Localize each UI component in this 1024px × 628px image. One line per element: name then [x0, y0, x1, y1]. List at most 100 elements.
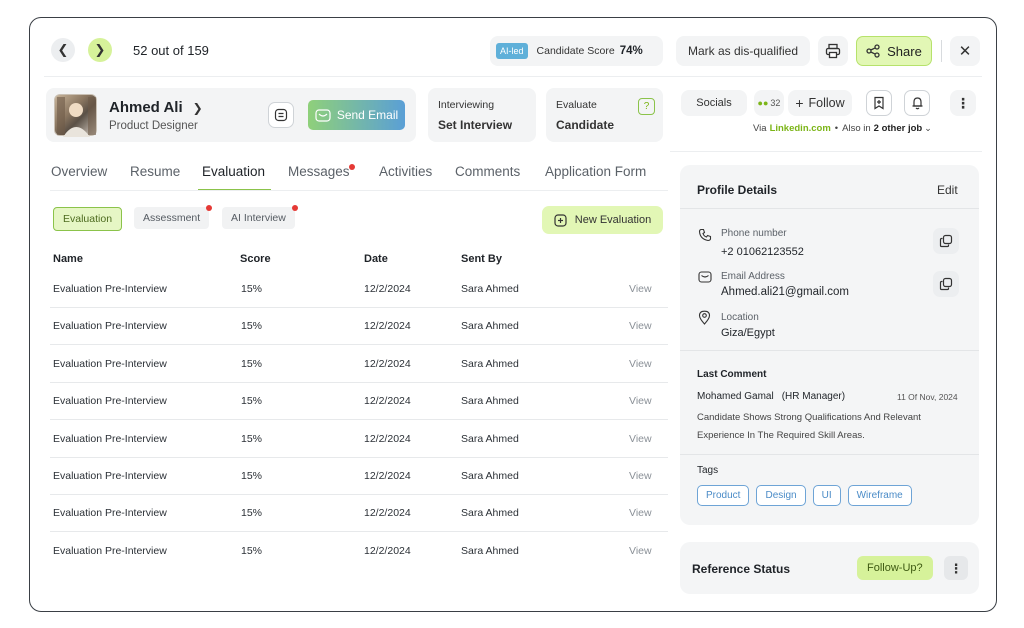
subtab-evaluation[interactable]: Evaluation: [53, 207, 123, 231]
tag-ui[interactable]: UI: [812, 485, 841, 506]
view-button[interactable]: View: [629, 433, 652, 445]
subtab-ai-interview[interactable]: AI Interview: [222, 207, 295, 229]
view-button[interactable]: View: [629, 283, 652, 295]
candidate-name-dropdown[interactable]: Ahmed Ali ❯: [109, 99, 203, 116]
column-header-date: Date: [364, 253, 388, 265]
candidate-role: Product Designer: [109, 120, 198, 132]
bookmark-button[interactable]: [866, 90, 892, 116]
location-pin-icon: [698, 310, 711, 325]
view-button[interactable]: View: [629, 320, 652, 332]
follow-button[interactable]: + Follow: [788, 90, 852, 116]
copy-email-button[interactable]: [933, 271, 959, 297]
view-button[interactable]: View: [629, 545, 652, 557]
row-score: 15%: [241, 470, 263, 482]
help-icon: ?: [638, 98, 655, 115]
table-row-divider: [50, 344, 668, 346]
view-button[interactable]: View: [629, 507, 652, 519]
tab-activities[interactable]: Activities: [379, 164, 432, 179]
copy-phone-button[interactable]: [933, 228, 959, 254]
dot-separator: •: [834, 123, 839, 134]
new-evaluation-button[interactable]: New Evaluation: [542, 206, 663, 234]
tab-overview[interactable]: Overview: [51, 164, 107, 179]
print-button[interactable]: [818, 36, 848, 66]
subtab-assessment[interactable]: Assessment: [134, 207, 210, 229]
tag-product[interactable]: Product: [697, 485, 750, 506]
linkedin-link[interactable]: Linkedin.com: [770, 123, 831, 134]
column-header-score: Score: [240, 253, 271, 265]
email-icon: [315, 108, 331, 122]
column-header-sent-by: Sent By: [461, 253, 502, 265]
stage-value: Set Interview: [438, 118, 513, 132]
row-score: 15%: [241, 283, 263, 295]
follow-up-badge[interactable]: Follow-Up?: [857, 556, 933, 580]
comment-text-line-1: Candidate Shows Strong Qualifications An…: [697, 412, 921, 423]
phone-icon: [698, 228, 712, 242]
row-sent-by: Sara Ahmed: [461, 357, 519, 370]
evaluate-candidate-button[interactable]: [546, 88, 663, 142]
share-icon: [866, 44, 880, 58]
column-header-name: Name: [53, 253, 83, 265]
edit-profile-link[interactable]: Edit: [937, 183, 958, 197]
tab-evaluation[interactable]: Evaluation: [202, 164, 265, 179]
card-separator: [670, 151, 982, 152]
candidate-counter: 52 out of 159: [133, 43, 209, 58]
bell-icon: [912, 97, 922, 110]
row-name: Evaluation Pre-Interview: [53, 507, 167, 520]
source-info: Via Linkedin.com • Also in 2 other job ⌄: [753, 123, 932, 134]
row-name: Evaluation Pre-Interview: [53, 544, 167, 557]
profile-title: Profile Details: [697, 183, 778, 197]
more-options-button[interactable]: ⋮: [950, 90, 976, 116]
row-score: 15%: [241, 432, 263, 445]
socials-button[interactable]: Socials: [681, 90, 747, 116]
row-name: Evaluation Pre-Interview: [53, 432, 167, 445]
messages-notification-dot: [349, 164, 355, 170]
row-name: Evaluation Pre-Interview: [53, 283, 167, 295]
tags-divider: [680, 454, 979, 455]
users-icon: ●●: [757, 98, 769, 108]
row-name: Evaluation Pre-Interview: [53, 320, 167, 333]
tab-application-form[interactable]: Application Form: [545, 164, 646, 179]
send-email-button[interactable]: Send Email: [308, 100, 405, 130]
ai-interview-notification-dot: [292, 205, 298, 211]
plus-icon: +: [795, 95, 804, 111]
view-button[interactable]: View: [629, 358, 652, 370]
socials-label: Socials: [696, 97, 732, 109]
row-sent-by: Sara Ahmed: [461, 320, 519, 333]
row-date: 12/2/2024: [364, 395, 411, 408]
copy-icon: [939, 234, 953, 248]
reference-more-button[interactable]: ⋮: [944, 556, 968, 580]
tabs-divider: [50, 190, 668, 191]
tag-design[interactable]: Design: [756, 485, 806, 506]
notes-button[interactable]: [268, 102, 294, 128]
phone-label: Phone number: [721, 228, 787, 239]
other-jobs-link[interactable]: 2 other job: [874, 123, 923, 134]
prev-candidate-button[interactable]: ❮: [51, 38, 75, 62]
stage-selector[interactable]: [428, 88, 536, 142]
row-date: 12/2/2024: [364, 507, 411, 520]
next-candidate-button[interactable]: ❯: [88, 38, 112, 62]
view-button[interactable]: View: [629, 395, 652, 407]
close-button[interactable]: ✕: [950, 36, 980, 66]
notification-button[interactable]: [904, 90, 930, 116]
tab-messages[interactable]: Messages: [288, 164, 350, 179]
row-score: 15%: [241, 395, 263, 408]
mark-disqualified-button[interactable]: Mark as dis-qualified: [676, 36, 810, 66]
row-sent-by: Sara Ahmed: [461, 544, 519, 557]
notes-icon: [274, 108, 288, 122]
row-date: 12/2/2024: [364, 283, 411, 295]
tags-title: Tags: [697, 465, 719, 476]
tab-resume[interactable]: Resume: [130, 164, 180, 179]
close-icon: ✕: [958, 43, 972, 60]
tag-wireframe[interactable]: Wireframe: [847, 485, 912, 506]
row-score: 15%: [241, 507, 263, 520]
row-name: Evaluation Pre-Interview: [53, 357, 167, 370]
tab-comments[interactable]: Comments: [455, 164, 520, 179]
stage-label: Interviewing: [438, 99, 495, 111]
chevron-right-icon: ❯: [94, 42, 106, 57]
view-button[interactable]: View: [629, 470, 652, 482]
share-button[interactable]: Share: [856, 36, 932, 66]
avatar: [54, 94, 97, 137]
evaluate-label: Evaluate: [556, 99, 597, 111]
row-date: 12/2/2024: [364, 470, 411, 482]
table-row-divider: [50, 494, 668, 495]
